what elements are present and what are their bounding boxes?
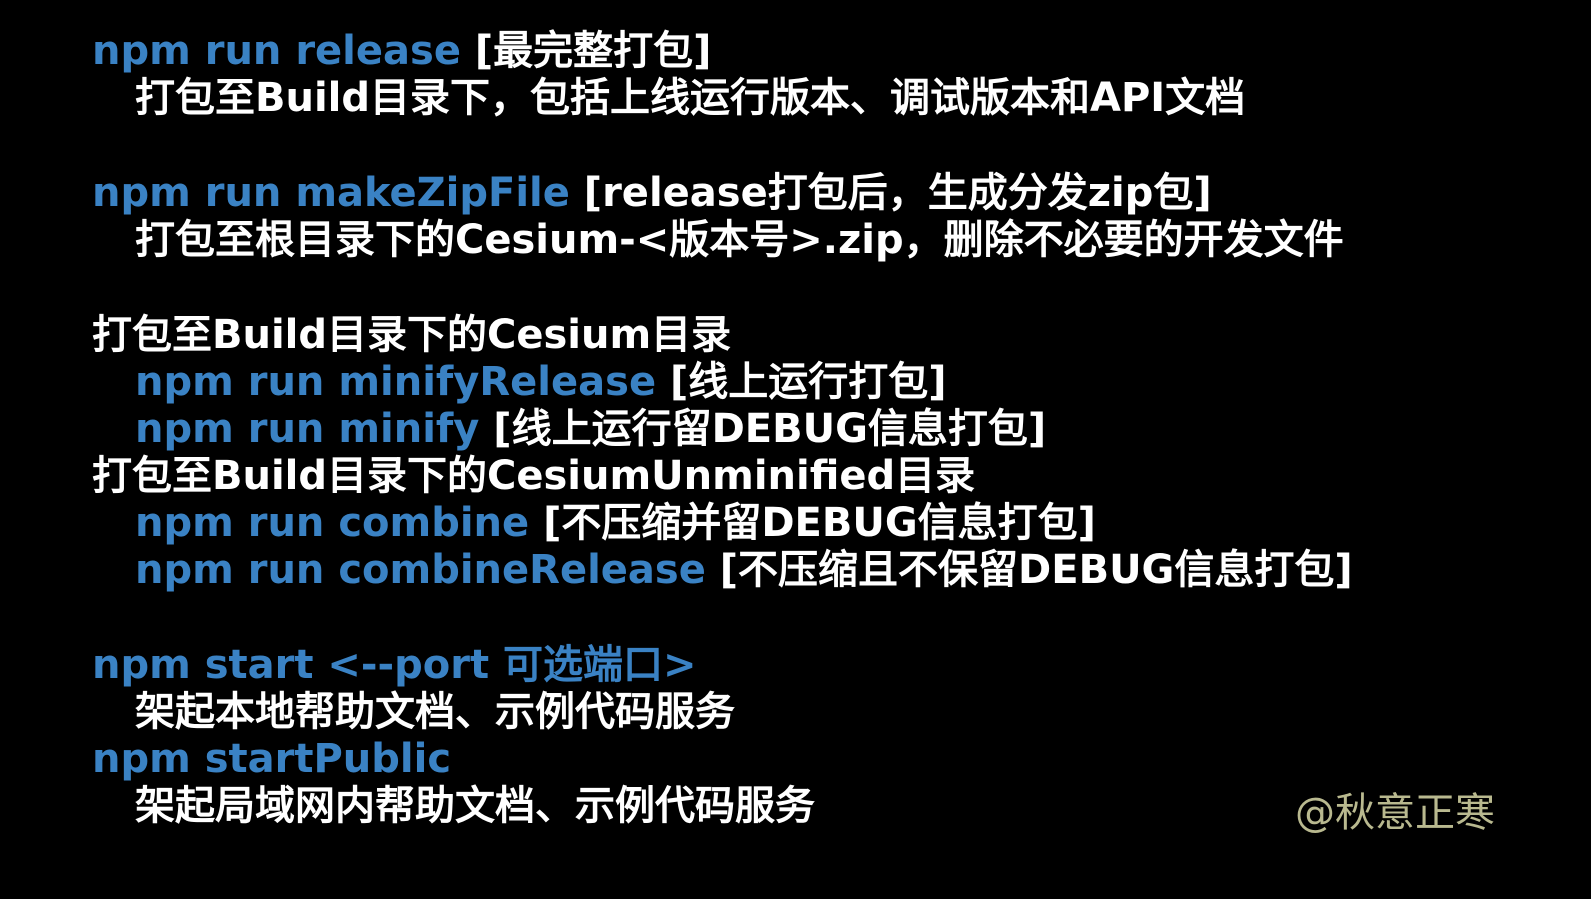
start-command: npm start <--port 可选端口> [92, 642, 697, 688]
minify-line: npm run minify [线上运行留DEBUG信息打包] [92, 406, 1532, 453]
release-command: npm run release [92, 28, 461, 74]
combine-command: npm run combine [135, 500, 530, 546]
make-zip-tag: [release打包后，生成分发zip包] [569, 170, 1212, 216]
combine-release-line: npm run combineRelease [不压缩且不保留DEBUG信息打包… [92, 547, 1532, 594]
combine-line: npm run combine [不压缩并留DEBUG信息打包] [92, 500, 1532, 547]
release-tag: [最完整打包] [460, 28, 712, 74]
release-line: npm run release [最完整打包] [92, 28, 1532, 75]
combine-tag: [不压缩并留DEBUG信息打包] [529, 500, 1096, 546]
slide-content: npm run release [最完整打包] 打包至Build目录下，包括上线… [92, 28, 1532, 830]
make-zip-command: npm run makeZipFile [92, 170, 570, 216]
combine-release-tag: [不压缩且不保留DEBUG信息打包] [705, 547, 1353, 593]
author-watermark: @秋意正寒 [1295, 790, 1495, 836]
minify-tag: [线上运行留DEBUG信息打包] [479, 406, 1047, 452]
start-description: 架起本地帮助文档、示例代码服务 [135, 689, 735, 735]
start-line: npm start <--port 可选端口> [92, 642, 1532, 689]
minify-release-command: npm run minifyRelease [135, 359, 657, 405]
minify-command: npm run minify [135, 406, 480, 452]
make-zip-line: npm run makeZipFile [release打包后，生成分发zip包… [92, 170, 1532, 217]
make-zip-description: 打包至根目录下的Cesium-<版本号>.zip，删除不必要的开发文件 [135, 217, 1344, 263]
cesium-dir-heading: 打包至Build目录下的Cesium目录 [92, 312, 732, 358]
combine-release-command: npm run combineRelease [135, 547, 706, 593]
minify-release-tag: [线上运行打包] [656, 359, 947, 405]
minify-release-line: npm run minifyRelease [线上运行打包] [92, 359, 1532, 406]
unminified-dir-heading: 打包至Build目录下的CesiumUnminified目录 [92, 453, 976, 499]
release-description: 打包至Build目录下，包括上线运行版本、调试版本和API文档 [135, 75, 1246, 121]
start-public-command: npm startPublic [92, 736, 452, 782]
start-public-line: npm startPublic [92, 736, 1532, 783]
